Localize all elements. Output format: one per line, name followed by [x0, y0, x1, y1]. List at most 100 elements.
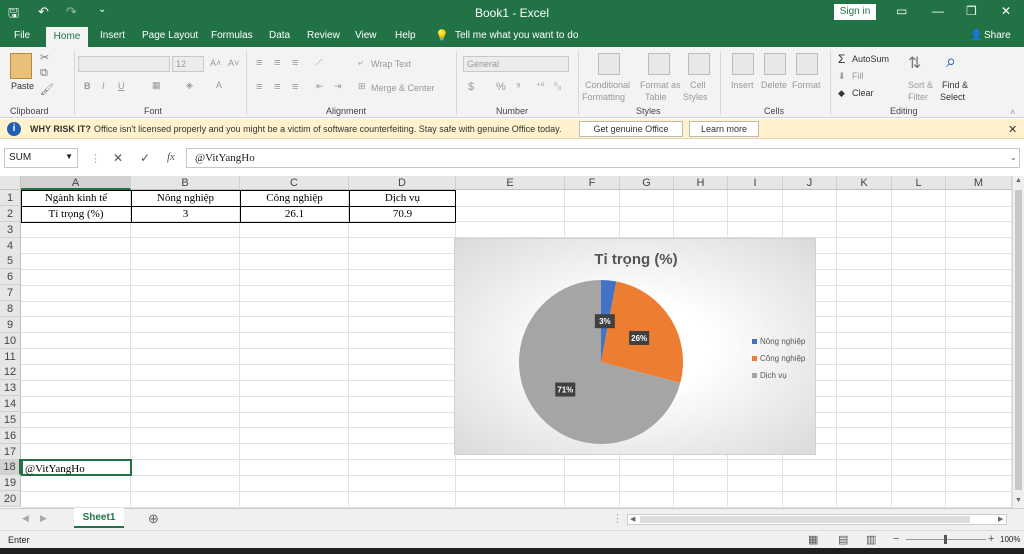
- row-header-7[interactable]: 7: [0, 285, 21, 302]
- sign-in-button[interactable]: Sign in: [834, 4, 876, 20]
- row-header-12[interactable]: 12: [0, 364, 21, 381]
- column-header-i[interactable]: I: [728, 176, 783, 190]
- autosum-button[interactable]: AutoSum: [852, 54, 889, 64]
- pie-chart[interactable]: Tỉ trọng (%) 3% 26% 71% Nông nghiệp Công ng…: [454, 238, 816, 455]
- row-header-9[interactable]: 9: [0, 316, 21, 333]
- row-header-11[interactable]: 11: [0, 348, 21, 365]
- row-header-10[interactable]: 10: [0, 332, 21, 349]
- chevron-down-icon[interactable]: ▼: [65, 152, 73, 161]
- row-header-19[interactable]: 19: [0, 475, 21, 492]
- row-header-15[interactable]: 15: [0, 411, 21, 428]
- wrap-text-button[interactable]: Wrap Text: [371, 59, 411, 69]
- row-header-3[interactable]: 3: [0, 221, 21, 238]
- format-painter-icon[interactable]: 🖌: [40, 83, 54, 96]
- page-break-view-icon[interactable]: ▥: [866, 533, 876, 546]
- close-warning-icon[interactable]: ✕: [1008, 123, 1017, 136]
- ribbon-display-icon[interactable]: ▭: [896, 4, 907, 18]
- zoom-in-icon[interactable]: +: [988, 533, 994, 545]
- tab-help[interactable]: Help: [395, 30, 416, 41]
- cell-d1[interactable]: Dịch vụ: [349, 190, 456, 206]
- column-header-m[interactable]: M: [946, 176, 1012, 190]
- table-label[interactable]: Table: [645, 92, 667, 102]
- cell-d2[interactable]: 70.9: [349, 206, 456, 222]
- align-bottom-icon[interactable]: ≡: [292, 57, 298, 69]
- normal-view-icon[interactable]: ▦: [808, 533, 818, 546]
- row-header-20[interactable]: 20: [0, 491, 21, 508]
- column-header-f[interactable]: F: [565, 176, 620, 190]
- column-header-j[interactable]: J: [783, 176, 837, 190]
- clear-button[interactable]: Clear: [852, 88, 874, 98]
- scroll-up-icon[interactable]: ▲: [1015, 177, 1022, 184]
- insert-cells-icon[interactable]: [732, 53, 754, 75]
- scroll-left-icon[interactable]: ◀: [630, 515, 635, 523]
- tell-me-search[interactable]: Tell me what you want to do: [455, 30, 578, 41]
- row-header-13[interactable]: 13: [0, 380, 21, 397]
- align-right-icon[interactable]: ≡: [292, 81, 298, 93]
- column-header-e[interactable]: E: [456, 176, 565, 190]
- format-cells-button[interactable]: Format: [792, 80, 821, 90]
- delete-cells-button[interactable]: Delete: [761, 80, 787, 90]
- format-as-label[interactable]: Format as: [640, 80, 681, 90]
- scroll-right-icon[interactable]: ▶: [998, 515, 1003, 523]
- column-header-c[interactable]: C: [240, 176, 349, 190]
- column-header-d[interactable]: D: [349, 176, 456, 190]
- select-label[interactable]: Select: [940, 92, 965, 102]
- row-header-8[interactable]: 8: [0, 300, 21, 317]
- row-header-4[interactable]: 4: [0, 237, 21, 254]
- tab-view[interactable]: View: [355, 30, 377, 41]
- tab-home[interactable]: Home: [46, 27, 88, 47]
- page-layout-view-icon[interactable]: ▤: [838, 533, 848, 546]
- column-header-l[interactable]: L: [892, 176, 946, 190]
- tab-file[interactable]: File: [14, 30, 30, 41]
- merge-center-button[interactable]: Merge & Center: [371, 83, 435, 93]
- tab-review[interactable]: Review: [307, 30, 340, 41]
- fill-icon[interactable]: ⬇: [838, 71, 846, 82]
- sort-label[interactable]: Sort &: [908, 80, 933, 90]
- font-name-combo[interactable]: [78, 56, 170, 72]
- increase-indent-icon[interactable]: ⇥: [334, 81, 342, 92]
- row-header-6[interactable]: 6: [0, 269, 21, 286]
- align-left-icon[interactable]: ≡: [256, 81, 262, 93]
- format-as-table-icon[interactable]: [648, 53, 670, 75]
- zoom-slider-handle[interactable]: [944, 535, 947, 544]
- scroll-down-icon[interactable]: ▼: [1015, 497, 1022, 504]
- cell-label[interactable]: Cell: [690, 80, 706, 90]
- cancel-entry-icon[interactable]: ✕: [113, 151, 123, 165]
- sort-filter-icon[interactable]: ⇅: [908, 53, 921, 73]
- expand-formula-icon[interactable]: ⌄: [1010, 153, 1017, 162]
- find-label[interactable]: Find &: [942, 80, 968, 90]
- column-header-b[interactable]: B: [131, 176, 240, 190]
- horizontal-scroll-thumb[interactable]: [640, 516, 970, 523]
- tab-formulas[interactable]: Formulas: [211, 30, 253, 41]
- tab-insert[interactable]: Insert: [100, 30, 125, 41]
- align-middle-icon[interactable]: ≡: [274, 57, 280, 69]
- formatting-label[interactable]: Formatting: [582, 92, 625, 102]
- grow-font-icon[interactable]: A˄: [210, 58, 221, 68]
- new-sheet-icon[interactable]: ⊕: [148, 511, 159, 527]
- bold-icon[interactable]: B: [84, 81, 91, 91]
- worksheet-grid[interactable]: ABCDEFGHIJKLM 1 2 3 4 5 6 7 8 9 10 11 12 13 14 15 16 17 1…: [0, 176, 1012, 508]
- row-header-14[interactable]: 14: [0, 396, 21, 413]
- select-all-corner[interactable]: [0, 176, 21, 190]
- collapse-ribbon-icon[interactable]: ˄: [1010, 107, 1015, 117]
- cell-b2[interactable]: 3: [131, 206, 240, 222]
- row-header-5[interactable]: 5: [0, 253, 21, 270]
- learn-more-button[interactable]: Learn more: [689, 121, 759, 137]
- tab-page-layout[interactable]: Page Layout: [142, 30, 198, 41]
- share-icon[interactable]: 👤: [970, 30, 982, 41]
- restore-button[interactable]: ❐: [966, 4, 977, 18]
- format-cells-icon[interactable]: [796, 53, 818, 75]
- confirm-entry-icon[interactable]: ✓: [140, 151, 150, 165]
- conditional-label[interactable]: Conditional: [585, 80, 630, 90]
- name-box[interactable]: SUM ▼: [4, 148, 78, 168]
- wrap-text-icon[interactable]: ⤶: [358, 57, 363, 68]
- filter-label[interactable]: Filter: [908, 92, 928, 102]
- styles-label[interactable]: Styles: [683, 92, 708, 102]
- cell-a1[interactable]: Ngành kinh tế: [21, 190, 131, 206]
- delete-cells-icon[interactable]: [764, 53, 786, 75]
- shrink-font-icon[interactable]: A˅: [228, 58, 239, 68]
- insert-function-icon[interactable]: fx: [167, 151, 175, 163]
- zoom-out-icon[interactable]: −: [893, 533, 899, 545]
- cell-styles-icon[interactable]: [688, 53, 710, 75]
- column-header-a[interactable]: A: [21, 176, 131, 190]
